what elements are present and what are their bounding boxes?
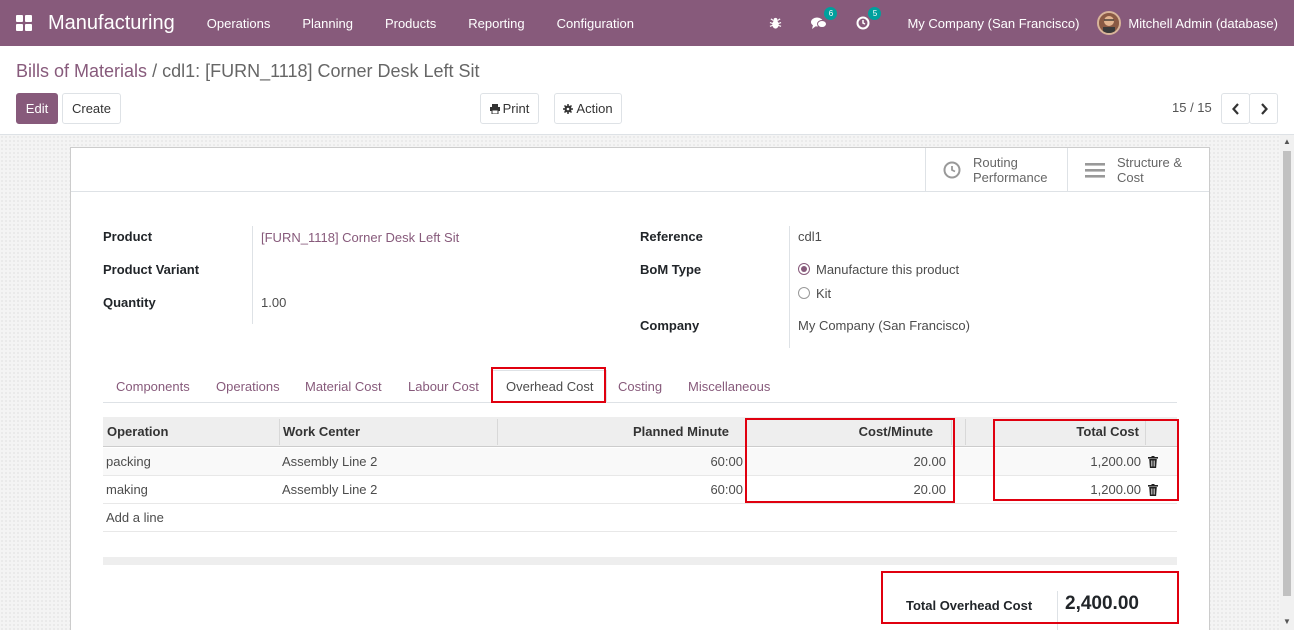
field-divider-right bbox=[789, 226, 790, 348]
bom-type-manufacture-radio[interactable] bbox=[798, 263, 810, 275]
activities-badge: 5 bbox=[868, 7, 882, 20]
col-work-center[interactable]: Work Center bbox=[283, 417, 360, 447]
add-line-link[interactable]: Add a line bbox=[106, 504, 164, 532]
bom-type-kit-radio[interactable] bbox=[798, 287, 810, 299]
pager-next-button[interactable] bbox=[1249, 93, 1278, 124]
bug-icon[interactable] bbox=[765, 13, 785, 33]
menu-products[interactable]: Products bbox=[369, 0, 452, 46]
col-separator bbox=[497, 419, 498, 445]
highlight-total-cost-column bbox=[993, 419, 1179, 501]
tab-costing[interactable]: Costing bbox=[605, 370, 675, 403]
structure-cost-button[interactable]: Structure & Cost bbox=[1067, 148, 1209, 192]
add-line-row: Add a line bbox=[103, 504, 1177, 532]
menu-operations[interactable]: Operations bbox=[191, 0, 287, 46]
quantity-label: Quantity bbox=[103, 295, 156, 310]
col-operation[interactable]: Operation bbox=[107, 417, 168, 447]
menu-reporting[interactable]: Reporting bbox=[452, 0, 540, 46]
app-title[interactable]: Manufacturing bbox=[48, 12, 175, 35]
col-separator bbox=[965, 419, 966, 445]
print-button[interactable]: Print bbox=[480, 93, 539, 124]
tab-components[interactable]: Components bbox=[103, 370, 203, 403]
cell-operation: packing bbox=[106, 454, 151, 469]
highlight-overhead-tab bbox=[491, 367, 606, 403]
table-footer-bar bbox=[103, 557, 1177, 565]
cell-work-center: Assembly Line 2 bbox=[282, 482, 378, 497]
smart-button-box: Routing Performance Structure & Cost bbox=[71, 148, 1209, 192]
notebook-tabs: Components Operations Material Cost Labo… bbox=[103, 370, 1177, 403]
highlight-total-overhead bbox=[881, 571, 1179, 624]
breadcrumb-parent[interactable]: Bills of Materials bbox=[16, 61, 147, 81]
messages-icon[interactable]: 6 bbox=[809, 7, 838, 33]
scroll-up-icon[interactable]: ▲ bbox=[1283, 138, 1291, 146]
reference-label: Reference bbox=[640, 229, 703, 244]
chevron-right-icon bbox=[1260, 102, 1268, 115]
quantity-value: 1.00 bbox=[261, 295, 287, 310]
structure-label-1: Structure & bbox=[1117, 155, 1183, 170]
bom-type-kit-label[interactable]: Kit bbox=[816, 286, 831, 301]
breadcrumb-separator: / bbox=[152, 61, 158, 81]
routing-performance-button[interactable]: Routing Performance bbox=[925, 148, 1067, 192]
routing-label-1: Routing bbox=[973, 155, 1018, 170]
tab-material-cost[interactable]: Material Cost bbox=[292, 370, 395, 403]
pager-value[interactable]: 15 / 15 bbox=[1172, 100, 1212, 115]
company-switcher[interactable]: My Company (San Francisco) bbox=[907, 16, 1079, 31]
pager-previous-button[interactable] bbox=[1221, 93, 1250, 124]
menu-configuration[interactable]: Configuration bbox=[541, 0, 650, 46]
cell-work-center: Assembly Line 2 bbox=[282, 454, 378, 469]
bars-icon bbox=[1085, 163, 1105, 178]
company-label: Company bbox=[640, 318, 700, 333]
user-menu[interactable]: Mitchell Admin (database) bbox=[1128, 16, 1278, 31]
reference-value: cdl1 bbox=[798, 229, 822, 244]
scrollbar-thumb[interactable] bbox=[1283, 151, 1291, 596]
bom-type-label: BoM Type bbox=[640, 262, 702, 277]
breadcrumb: Bills of Materials / cdl1: [FURN_1118] C… bbox=[16, 61, 480, 82]
edit-button[interactable]: Edit bbox=[16, 93, 58, 124]
tab-operations[interactable]: Operations bbox=[203, 370, 293, 403]
tab-miscellaneous[interactable]: Miscellaneous bbox=[675, 370, 783, 403]
print-label: Print bbox=[502, 101, 530, 116]
company-value: My Company (San Francisco) bbox=[798, 318, 970, 333]
apps-grid-icon[interactable] bbox=[16, 15, 32, 31]
cell-planned-minute: 60:00 bbox=[710, 454, 743, 469]
gear-icon bbox=[563, 103, 574, 114]
product-label: Product bbox=[103, 229, 153, 244]
top-navbar: Manufacturing Operations Planning Produc… bbox=[0, 0, 1294, 46]
messages-badge: 6 bbox=[824, 7, 838, 20]
cell-operation: making bbox=[106, 482, 148, 497]
col-planned-minute[interactable]: Planned Minute bbox=[501, 417, 729, 447]
activity-clock-icon[interactable]: 5 bbox=[853, 7, 882, 33]
form-sheet: Routing Performance Structure & Cost Produ… bbox=[70, 147, 1210, 630]
highlight-cost-minute-column bbox=[745, 418, 955, 503]
cell-planned-minute: 60:00 bbox=[710, 482, 743, 497]
routing-label-2: Performance bbox=[973, 170, 1048, 185]
bom-type-manufacture-label[interactable]: Manufacture this product bbox=[816, 262, 959, 277]
control-panel: Bills of Materials / cdl1: [FURN_1118] C… bbox=[0, 46, 1294, 135]
product-variant-label: Product Variant bbox=[103, 262, 200, 277]
action-label: Action bbox=[576, 101, 613, 116]
chevron-left-icon bbox=[1231, 102, 1239, 115]
clock-icon bbox=[943, 161, 961, 179]
scroll-down-icon[interactable]: ▼ bbox=[1283, 618, 1291, 626]
user-avatar[interactable] bbox=[1097, 11, 1122, 35]
print-icon bbox=[489, 103, 500, 114]
tab-labour-cost[interactable]: Labour Cost bbox=[395, 370, 492, 403]
structure-label-2: Cost bbox=[1117, 170, 1144, 185]
field-divider-left bbox=[252, 226, 253, 324]
breadcrumb-current: cdl1: [FURN_1118] Corner Desk Left Sit bbox=[162, 61, 480, 81]
product-link[interactable]: [FURN_1118] Corner Desk Left Sit bbox=[261, 230, 459, 245]
menu-planning[interactable]: Planning bbox=[286, 0, 369, 46]
action-button[interactable]: Action bbox=[554, 93, 622, 124]
vertical-scrollbar[interactable]: ▲ ▼ bbox=[1280, 135, 1294, 630]
create-button[interactable]: Create bbox=[62, 93, 121, 124]
col-separator bbox=[279, 419, 280, 445]
